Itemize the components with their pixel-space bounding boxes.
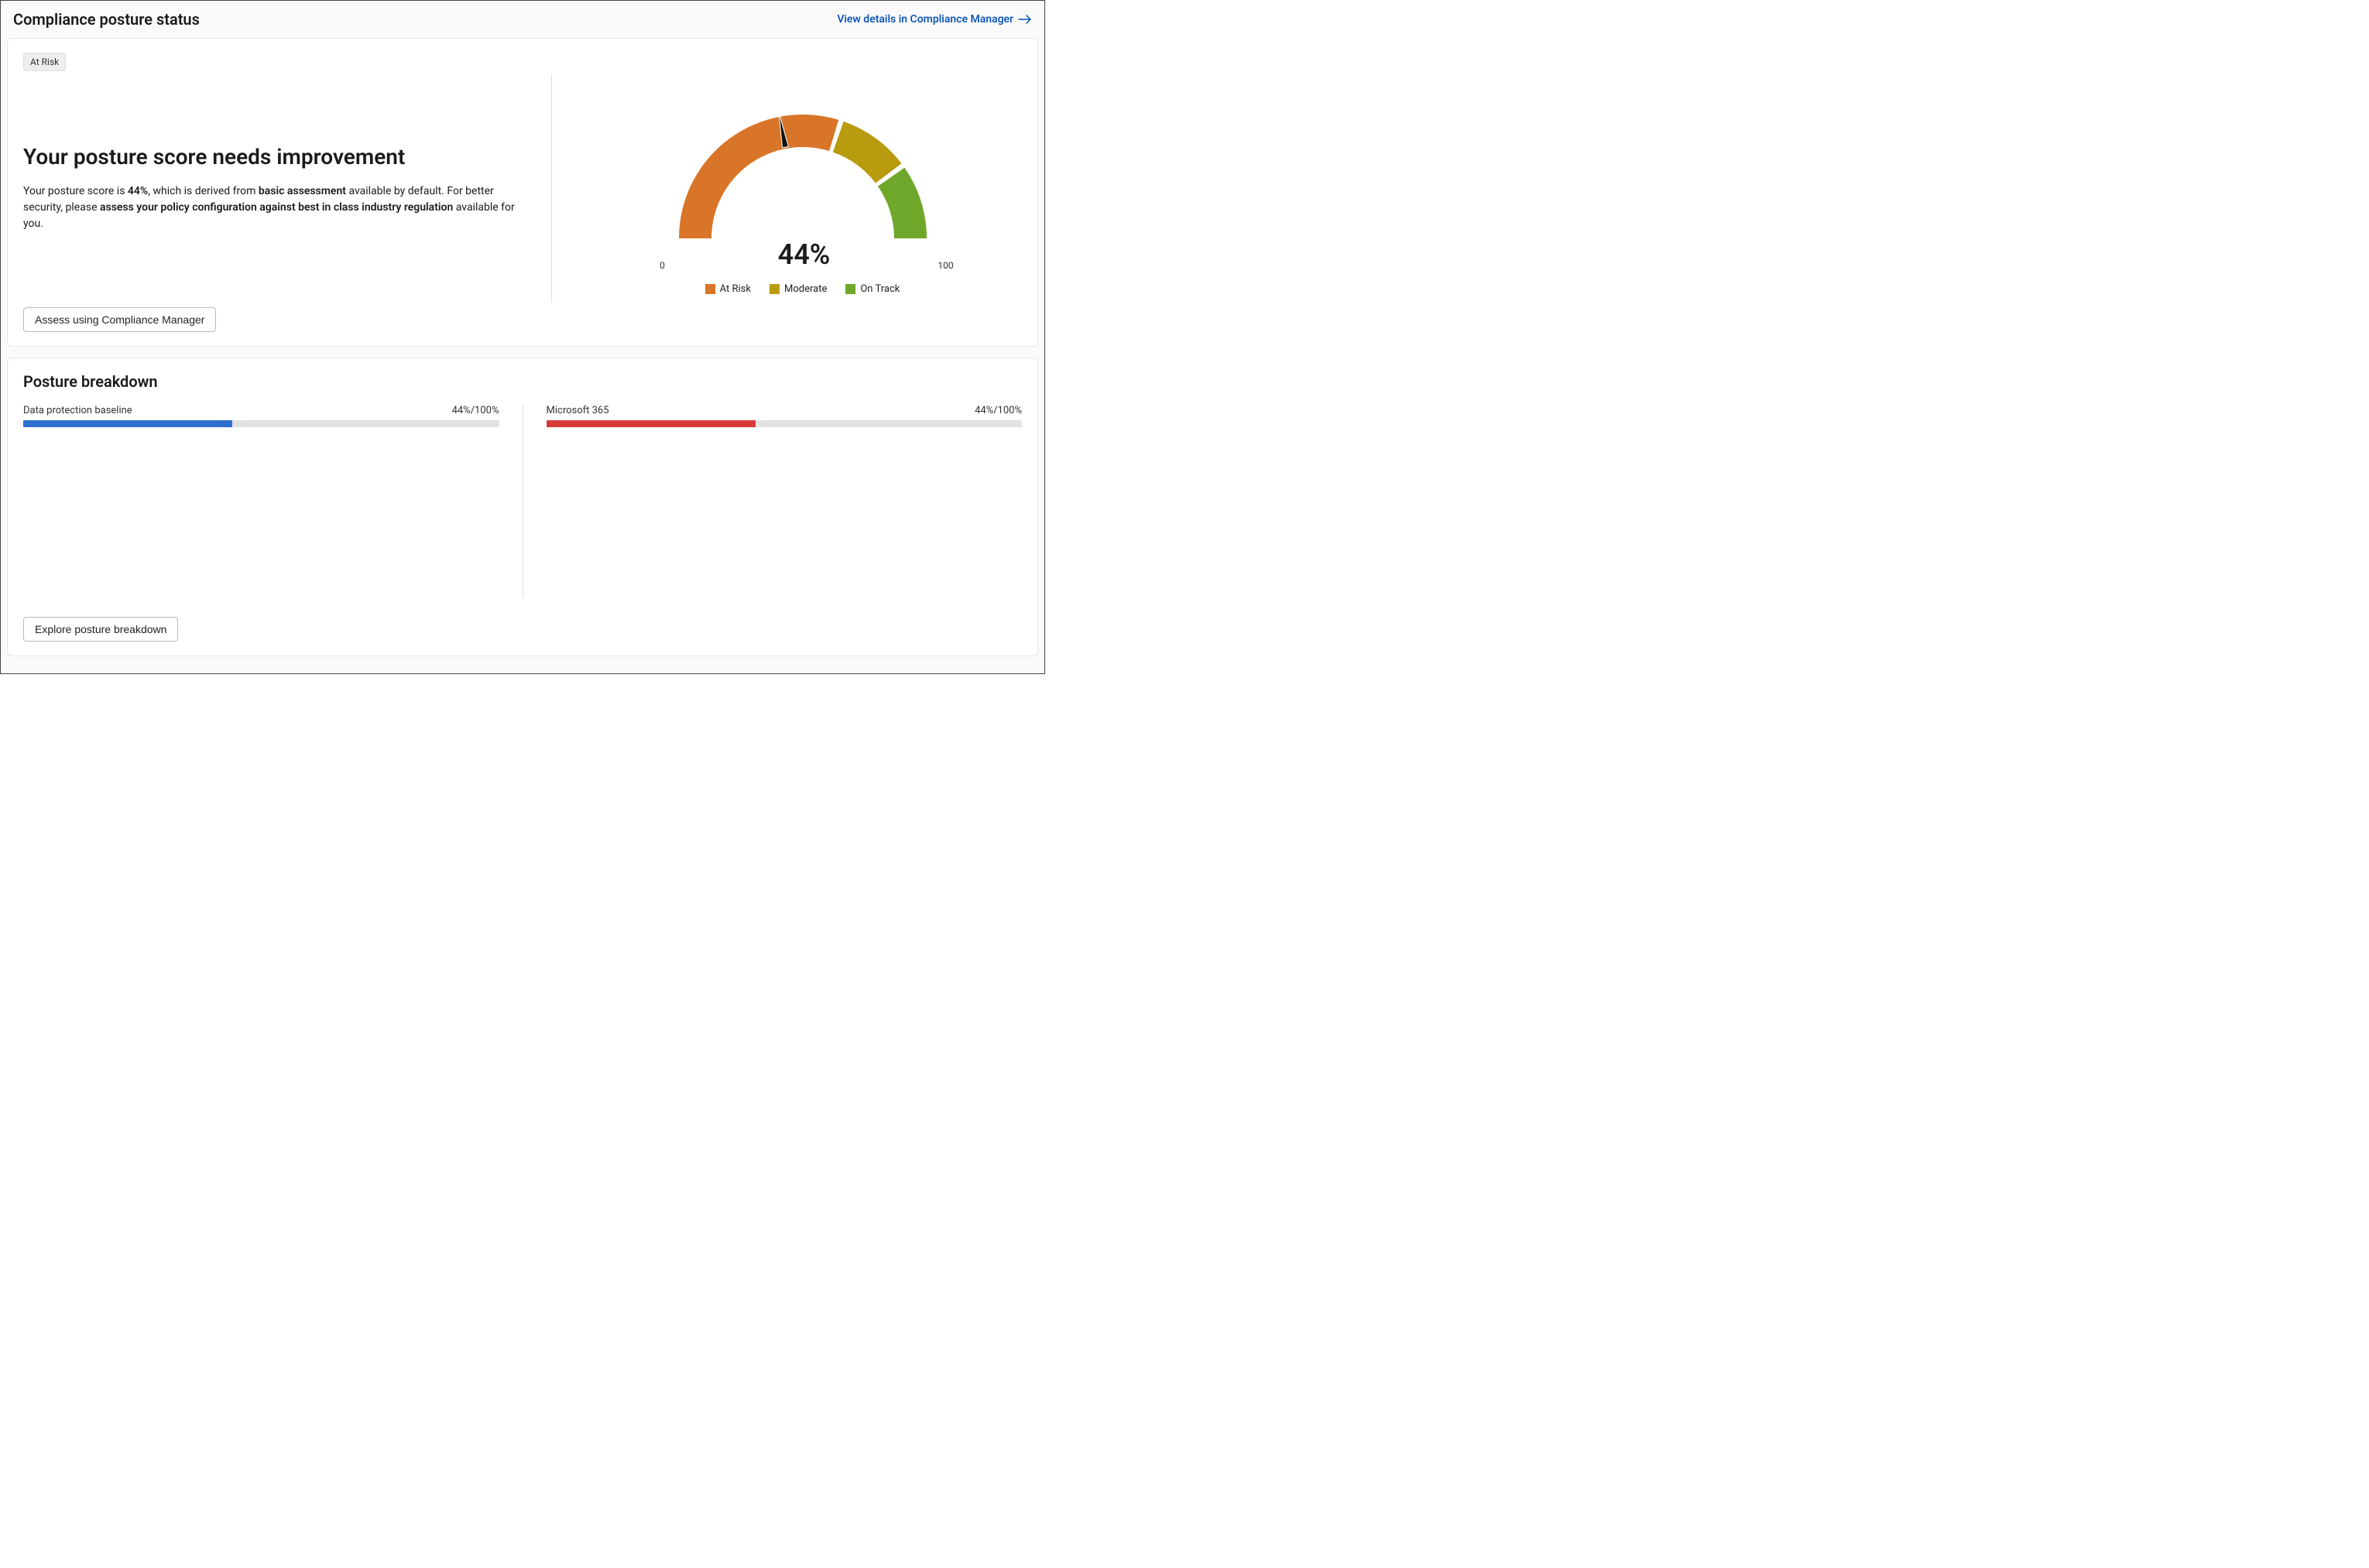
- risk-badge: At Risk: [23, 53, 66, 71]
- score-heading: Your posture score needs improvement: [23, 144, 528, 169]
- gauge-chart: 0 44% 100 At RiskModerateOn Track: [663, 98, 942, 295]
- breakdown-title: Posture breakdown: [23, 372, 1022, 391]
- breakdown-header-row: Data protection baseline 44%/100%: [23, 405, 499, 416]
- score-desc-bold1: basic assessment: [259, 185, 346, 197]
- gauge-max-label: 100: [934, 260, 957, 271]
- breakdown-column: Microsoft 365 44%/100%: [523, 405, 1023, 598]
- score-gauge-panel: 0 44% 100 At Risk Moderate On Track: [552, 74, 1022, 303]
- breakdown-label: Microsoft 365: [547, 405, 609, 416]
- breakdown-grid: Data protection baseline44%/100%Microsof…: [23, 405, 1022, 598]
- score-desc-mid1: , which is derived from: [148, 185, 259, 197]
- legend-swatch: [770, 284, 780, 294]
- assess-button[interactable]: Assess using Compliance Manager: [23, 307, 216, 332]
- legend-item: Moderate: [770, 283, 827, 295]
- score-flex: Your posture score needs improvement You…: [23, 74, 1022, 303]
- breakdown-value: 44%/100%: [975, 405, 1022, 416]
- card-top-row: At Risk: [23, 53, 1022, 74]
- gauge-min-label: 0: [651, 260, 674, 271]
- breakdown-bar-track: [547, 420, 1023, 427]
- legend-swatch: [845, 284, 855, 294]
- breakdown-header-row: Microsoft 365 44%/100%: [547, 405, 1023, 416]
- legend-item: At Risk: [705, 283, 751, 295]
- arrow-right-icon: [1018, 14, 1032, 25]
- posture-breakdown-card: Posture breakdown Data protection baseli…: [7, 358, 1038, 656]
- score-card-footer: Assess using Compliance Manager: [23, 307, 1022, 332]
- legend-swatch: [705, 284, 715, 294]
- view-details-link[interactable]: View details in Compliance Manager: [837, 13, 1032, 26]
- gauge-legend: At Risk Moderate On Track: [705, 283, 900, 295]
- gauge-segment: [877, 168, 926, 238]
- legend-label: Moderate: [784, 283, 827, 295]
- gauge-row: 0 44% 100: [656, 238, 950, 271]
- explore-breakdown-button[interactable]: Explore posture breakdown: [23, 617, 178, 642]
- legend-label: At Risk: [720, 283, 751, 295]
- score-desc-score: 44%: [128, 185, 148, 197]
- score-description: Your posture score is 44%, which is deri…: [23, 183, 528, 232]
- breakdown-bar-fill: [547, 420, 756, 427]
- page-header: Compliance posture status View details i…: [7, 5, 1038, 38]
- breakdown-label: Data protection baseline: [23, 405, 132, 416]
- legend-label: On Track: [860, 283, 900, 295]
- score-text-panel: Your posture score needs improvement You…: [23, 74, 552, 303]
- posture-score-card: At Risk Your posture score needs improve…: [7, 38, 1038, 347]
- breakdown-bar-track: [23, 420, 499, 427]
- breakdown-value: 44%/100%: [452, 405, 499, 416]
- page-title: Compliance posture status: [13, 10, 200, 29]
- breakdown-footer: Explore posture breakdown: [23, 617, 1022, 642]
- breakdown-bar-fill: [23, 420, 232, 427]
- gauge-segment: [832, 122, 901, 183]
- score-desc-bold2: assess your policy configuration against…: [100, 201, 453, 214]
- breakdown-column: Data protection baseline 44%/100%: [23, 405, 523, 598]
- view-details-link-label: View details in Compliance Manager: [837, 13, 1013, 26]
- gauge-segment: [679, 115, 838, 238]
- gauge-value: 44%: [778, 238, 831, 271]
- page-frame: Compliance posture status View details i…: [0, 0, 1045, 674]
- gauge-svg: [663, 98, 942, 245]
- legend-item: On Track: [845, 283, 900, 295]
- score-desc-prefix: Your posture score is: [23, 185, 128, 197]
